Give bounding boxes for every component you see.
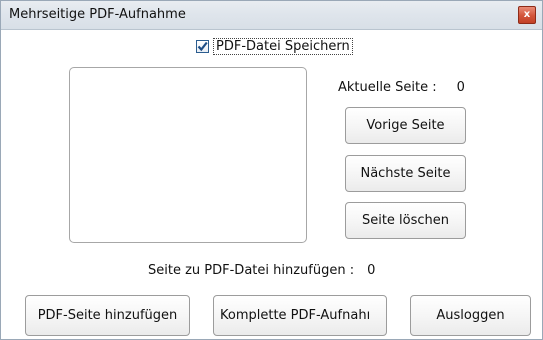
current-page-value: 0 — [456, 80, 465, 95]
pages-added-label: Seite zu PDF-Datei hinzufügen : — [148, 263, 355, 278]
dialog-window: Mehrseitige PDF-Aufnahme x PDF-Datei Spe… — [0, 0, 543, 340]
save-pdf-option[interactable]: PDF-Datei Speichern — [196, 37, 353, 55]
title-bar[interactable]: Mehrseitige PDF-Aufnahme x — [1, 1, 542, 30]
add-pdf-page-button[interactable]: PDF-Seite hinzufügen — [25, 295, 190, 336]
current-page-info: Aktuelle Seite : 0 — [338, 80, 465, 95]
dialog-content: PDF-Datei Speichern Aktuelle Seite : 0 V… — [1, 30, 542, 339]
close-icon: x — [523, 9, 531, 20]
close-button[interactable]: x — [518, 6, 536, 24]
next-page-button[interactable]: Nächste Seite — [345, 155, 466, 192]
current-page-label: Aktuelle Seite : — [338, 80, 437, 95]
checkmark-icon — [197, 41, 208, 51]
complete-pdf-capture-button[interactable]: Komplette PDF-Aufnahı — [213, 295, 387, 336]
page-preview-area — [69, 67, 307, 243]
pages-added-info: Seite zu PDF-Datei hinzufügen : 0 — [148, 263, 375, 278]
pages-added-value: 0 — [367, 263, 376, 278]
window-title: Mehrseitige PDF-Aufnahme — [9, 7, 186, 22]
logout-button[interactable]: Ausloggen — [410, 295, 531, 336]
previous-page-button[interactable]: Vorige Seite — [345, 107, 466, 144]
save-pdf-label[interactable]: PDF-Datei Speichern — [213, 37, 353, 55]
save-pdf-checkbox[interactable] — [196, 39, 209, 53]
delete-page-button[interactable]: Seite löschen — [345, 202, 466, 239]
